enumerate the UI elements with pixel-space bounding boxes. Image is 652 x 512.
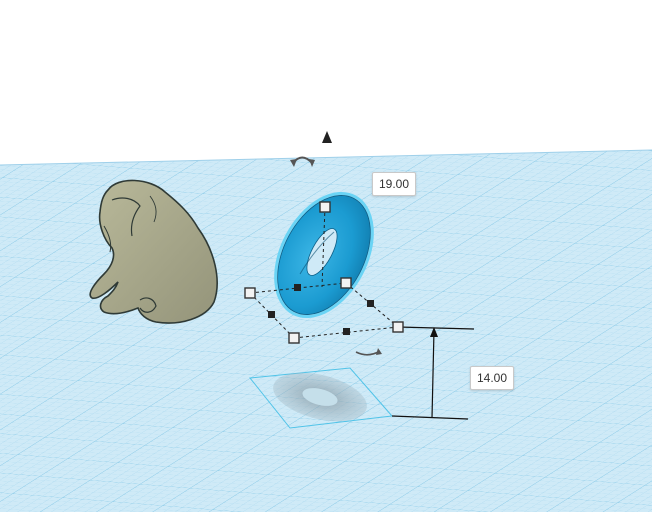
- handle-top: [319, 201, 331, 213]
- handle-left: [244, 287, 256, 299]
- handle-mid-center: [294, 284, 301, 291]
- handle-mid-front: [343, 328, 350, 335]
- lift-arrow-icon[interactable]: [322, 131, 332, 143]
- elevation-dimension-label[interactable]: 14.00: [470, 366, 515, 390]
- width-dimension-label[interactable]: 19.00: [372, 172, 417, 196]
- handle-mid-left: [268, 311, 275, 318]
- handle-mid-right: [367, 300, 374, 307]
- handle-front: [288, 332, 300, 344]
- handle-right: [392, 321, 404, 333]
- workplane-scene[interactable]: [0, 0, 652, 512]
- handle-back: [340, 277, 352, 289]
- 3d-viewport[interactable]: 19.00 14.00: [0, 0, 652, 512]
